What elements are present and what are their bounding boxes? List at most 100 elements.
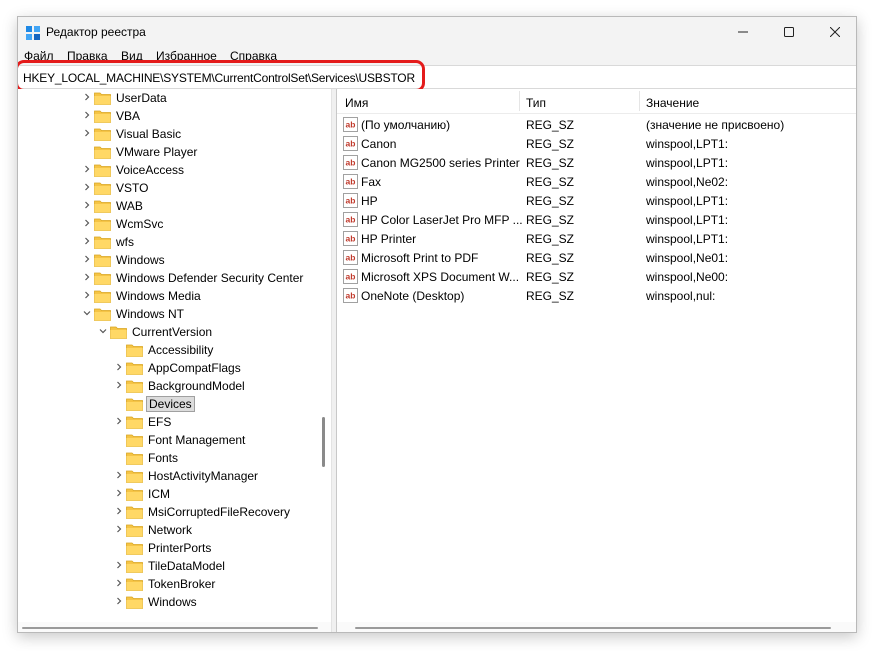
chevron-right-icon[interactable] [82, 200, 92, 210]
tree-item[interactable]: Windows [18, 251, 331, 269]
tree-item[interactable]: VoiceAccess [18, 161, 331, 179]
tree-item[interactable]: CurrentVersion [18, 323, 331, 341]
values-list[interactable]: Имя Тип Значение ab (По умолчанию) REG_SZ (… [337, 89, 856, 622]
tree-horizontal-scrollbar[interactable] [18, 622, 331, 632]
value-row[interactable]: ab HP Color LaserJet Pro MFP ... REG_SZ win… [337, 211, 856, 230]
value-row[interactable]: ab OneNote (Desktop) REG_SZ winspool,nul: [337, 287, 856, 306]
chevron-right-icon[interactable] [82, 236, 92, 246]
list-horizontal-scrollbar[interactable] [337, 622, 856, 632]
chevron-right-icon[interactable] [114, 470, 124, 480]
tree-item[interactable]: UserData [18, 89, 331, 107]
chevron-down-icon[interactable] [98, 326, 108, 336]
chevron-right-icon[interactable] [82, 254, 92, 264]
value-name: OneNote (Desktop) [361, 289, 465, 303]
value-row[interactable]: ab HP REG_SZ winspool,LPT1: [337, 192, 856, 211]
tree-item[interactable]: ICM [18, 485, 331, 503]
window-title: Редактор реестра [46, 25, 146, 39]
chevron-right-icon[interactable] [82, 164, 92, 174]
column-header-type[interactable]: Тип [526, 96, 546, 110]
tree-item-label: EFS [148, 415, 172, 429]
tree-item[interactable]: Windows NT [18, 305, 331, 323]
tree-item[interactable]: EFS [18, 413, 331, 431]
tree-item[interactable]: Fonts [18, 449, 331, 467]
folder-icon [94, 146, 111, 159]
string-value-icon: ab [343, 117, 358, 132]
column-header-name[interactable]: Имя [345, 96, 368, 110]
chevron-right-icon[interactable] [114, 560, 124, 570]
column-separator[interactable] [519, 91, 520, 111]
close-button[interactable] [812, 17, 856, 47]
chevron-right-icon[interactable] [82, 290, 92, 300]
chevron-right-icon[interactable] [114, 380, 124, 390]
value-row[interactable]: ab Microsoft XPS Document W... REG_SZ winsp… [337, 268, 856, 287]
tree-item[interactable]: PrinterPorts [18, 539, 331, 557]
chevron-right-icon[interactable] [114, 362, 124, 372]
registry-tree[interactable]: UserData VBA Visual Basic VMware Player Voic… [18, 89, 331, 622]
folder-icon [126, 506, 143, 519]
value-row[interactable]: ab (По умолчанию) REG_SZ (значение не присв… [337, 116, 856, 135]
maximize-icon [784, 27, 794, 37]
chevron-right-icon[interactable] [114, 596, 124, 606]
svg-text:ab: ab [346, 158, 356, 168]
tree-item[interactable]: VMware Player [18, 143, 331, 161]
chevron-right-icon[interactable] [114, 524, 124, 534]
tree-item-label: Windows [148, 595, 197, 609]
chevron-right-icon[interactable] [82, 92, 92, 102]
list-hscroll-thumb[interactable] [355, 627, 831, 629]
tree-item-label: Fonts [148, 451, 179, 465]
tree-item[interactable]: VSTO [18, 179, 331, 197]
value-name: HP Printer [361, 232, 417, 246]
tree-item[interactable]: Font Management [18, 431, 331, 449]
title-bar[interactable]: Редактор реестра [18, 17, 856, 47]
value-row[interactable]: ab HP Printer REG_SZ winspool,LPT1: [337, 230, 856, 249]
tree-item[interactable]: TokenBroker [18, 575, 331, 593]
value-value: winspool,LPT1: [646, 232, 729, 246]
tree-scrollbar-thumb[interactable] [322, 417, 325, 467]
value-row[interactable]: ab Canon MG2500 series Printer REG_SZ winsp… [337, 154, 856, 173]
svg-text:ab: ab [346, 253, 356, 263]
tree-item[interactable]: Devices [18, 395, 331, 413]
value-name: HP Color LaserJet Pro MFP ... [361, 213, 523, 227]
chevron-right-icon[interactable] [82, 128, 92, 138]
chevron-right-icon[interactable] [114, 578, 124, 588]
folder-icon [126, 398, 143, 411]
tree-item[interactable]: Windows Defender Security Center [18, 269, 331, 287]
column-header-value[interactable]: Значение [646, 96, 699, 110]
tree-item[interactable]: Network [18, 521, 331, 539]
column-separator[interactable] [639, 91, 640, 111]
tree-item[interactable]: WAB [18, 197, 331, 215]
svg-text:ab: ab [346, 139, 356, 149]
folder-icon [126, 416, 143, 429]
folder-icon [126, 344, 143, 357]
tree-item[interactable]: TileDataModel [18, 557, 331, 575]
tree-item[interactable]: VBA [18, 107, 331, 125]
tree-item[interactable]: BackgroundModel [18, 377, 331, 395]
value-row[interactable]: ab Fax REG_SZ winspool,Ne02: [337, 173, 856, 192]
tree-item-label: AppCompatFlags [148, 361, 241, 375]
chevron-down-icon[interactable] [82, 308, 92, 318]
tree-item[interactable]: HostActivityManager [18, 467, 331, 485]
chevron-right-icon[interactable] [114, 506, 124, 516]
chevron-right-icon[interactable] [114, 416, 124, 426]
tree-item[interactable]: Windows Media [18, 287, 331, 305]
tree-item[interactable]: Visual Basic [18, 125, 331, 143]
tree-item[interactable]: WcmSvc [18, 215, 331, 233]
string-value-icon: ab [343, 136, 358, 151]
tree-item[interactable]: AppCompatFlags [18, 359, 331, 377]
chevron-right-icon[interactable] [82, 272, 92, 282]
tree-item[interactable]: Accessibility [18, 341, 331, 359]
tree-item[interactable]: MsiCorruptedFileRecovery [18, 503, 331, 521]
tree-item[interactable]: Windows [18, 593, 331, 611]
tree-item[interactable]: wfs [18, 233, 331, 251]
chevron-right-icon[interactable] [82, 110, 92, 120]
chevron-right-icon[interactable] [114, 488, 124, 498]
tree-item-label: VMware Player [116, 145, 198, 159]
value-row[interactable]: ab Microsoft Print to PDF REG_SZ winspool,N… [337, 249, 856, 268]
list-header: Имя Тип Значение [337, 89, 856, 114]
maximize-button[interactable] [766, 17, 812, 47]
tree-hscroll-thumb[interactable] [22, 627, 318, 629]
chevron-right-icon[interactable] [82, 182, 92, 192]
chevron-right-icon[interactable] [82, 218, 92, 228]
minimize-button[interactable] [720, 17, 766, 47]
value-row[interactable]: ab Canon REG_SZ winspool,LPT1: [337, 135, 856, 154]
